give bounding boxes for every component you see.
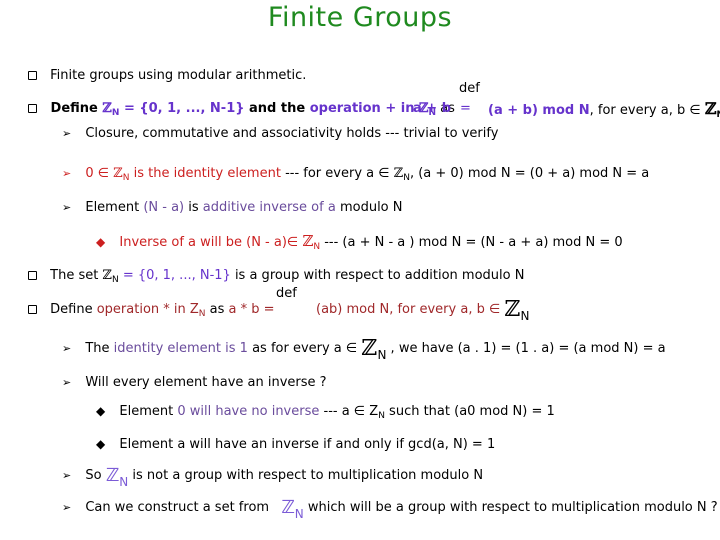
subsubpoint-zero-no-inverse: ◆ Element 0 will have no inverse --- a ∈… xyxy=(96,404,555,421)
the-set-text: The set xyxy=(50,268,103,283)
bullet-define-zn: Define ℤN = {0, 1, ..., N-1} and the ope… xyxy=(28,101,455,121)
subpoint-closure: ➢ Closure, commutative and associativity… xyxy=(62,126,498,142)
subsubpoint-inverse-of-a: ◆ Inverse of a will be (N - a)∈ ℤN --- (… xyxy=(96,233,623,255)
subpoint-identity-one: ➢ The identity element is 1 as for every… xyxy=(62,336,666,363)
inverse-highlight: Inverse of a will be (N - a)∈ ℤN xyxy=(119,232,321,252)
diamond-bullet-icon: ◆ xyxy=(96,235,106,249)
bullet-finite-groups: Finite groups using modular arithmetic. xyxy=(28,68,306,84)
arrow-bullet-icon: ➢ xyxy=(62,376,72,389)
diamond-bullet-icon: ◆ xyxy=(96,404,106,418)
not-group-text: is not a group with respect to multiplic… xyxy=(128,468,484,483)
def-label: def xyxy=(459,81,480,96)
define-text: Define xyxy=(50,302,97,317)
def-label: def xyxy=(276,286,297,301)
define-text: Define xyxy=(50,101,103,116)
subsubpoint-gcd-condition: ◆ Element a will have an inverse if and … xyxy=(96,436,495,453)
identity-one-text: identity element is 1 xyxy=(113,341,248,356)
subpoint-every-inverse: ➢ Will every element have an inverse ? xyxy=(62,375,327,391)
as-for-text: as for every a ∈ xyxy=(247,341,362,356)
expr-a-star-b: a * b = xyxy=(228,302,275,317)
def-equals: = xyxy=(460,101,471,116)
bullet-zn-is-group: The set ℤN = {0, 1, ..., N-1} is a group… xyxy=(28,268,524,288)
inverse-equation: --- (a + N - a ) mod N = (N - a + a) mod… xyxy=(320,235,623,250)
is-text: is xyxy=(184,200,203,215)
element-text: Element xyxy=(119,404,178,419)
such-that-text: such that (a0 mod N) = 1 xyxy=(384,404,555,419)
identity-highlight: 0 ∈ ℤN is the identity element xyxy=(85,166,281,183)
arrow-bullet-icon: ➢ xyxy=(62,167,72,180)
arrow-bullet-icon: ➢ xyxy=(62,469,72,482)
zn-symbol: ℤN = {0, 1, ..., N-1} xyxy=(102,101,245,118)
gcd-text: Element a will have an inverse if and on… xyxy=(119,437,496,452)
expr-ab-mod-n: (ab) mod N, for every a, b ∈ ℤN xyxy=(316,297,530,324)
zn-symbol: ℤ xyxy=(281,497,295,518)
identity-equation: , (a + 0) mod N = (0 + a) mod N = a xyxy=(409,166,650,181)
as-text: as xyxy=(205,302,229,317)
identity-equation: , we have (a . 1) = (1 . a) = (a mod N) … xyxy=(386,341,666,356)
zn-symbol: ℤ xyxy=(105,465,120,486)
modulo-text: modulo N xyxy=(335,200,403,215)
exists-text: --- a ∈ Z xyxy=(319,404,379,419)
n-minus-a: (N - a) xyxy=(143,200,185,215)
zn-symbol: ℤ xyxy=(361,336,378,361)
and-the-text: and the xyxy=(244,101,310,116)
group-statement: is a group with respect to addition modu… xyxy=(230,268,525,283)
subpoint-additive-inverse: ➢ Element (N - a) is additive inverse of… xyxy=(62,200,403,216)
expr-a-plus-b-mod-n: (a + b) mod N, for every a, b ∈ ℤN xyxy=(488,99,720,121)
additive-inverse-text: additive inverse of a xyxy=(202,200,336,215)
square-bullet-icon xyxy=(28,104,37,113)
subpoint-text: Closure, commutative and associativity h… xyxy=(85,126,499,141)
slide-title: Finite Groups xyxy=(267,2,453,33)
arrow-bullet-icon: ➢ xyxy=(62,501,72,514)
square-bullet-icon xyxy=(28,271,37,280)
expr-a-plus-b: a + b xyxy=(413,101,452,116)
arrow-bullet-icon: ➢ xyxy=(62,342,72,355)
construct-lead-text: Can we construct a set from xyxy=(85,500,274,515)
bullet-text: Finite groups using modular arithmetic. xyxy=(50,68,307,83)
no-inverse-text: 0 will have no inverse xyxy=(177,404,320,419)
identity-explanation: --- for every a ∈ xyxy=(280,166,394,181)
subpoint-not-group: ➢ So ℤN is not a group with respect to m… xyxy=(62,465,484,490)
subpoint-construct-set: ➢ Can we construct a set from ℤN which w… xyxy=(62,497,718,522)
subpoint-text: Will every element have an inverse ? xyxy=(85,375,327,390)
diamond-bullet-icon: ◆ xyxy=(96,437,106,451)
square-bullet-icon xyxy=(28,71,37,80)
element-text: Element xyxy=(85,200,144,215)
zn-symbol: ℤ xyxy=(393,166,404,181)
arrow-bullet-icon: ➢ xyxy=(62,201,72,214)
operation-star-text: operation * in ZN xyxy=(96,302,206,319)
square-bullet-icon xyxy=(28,305,37,314)
subpoint-identity-zero: ➢ 0 ∈ ℤN is the identity element --- for… xyxy=(62,166,650,183)
zn-symbol: ℤ xyxy=(102,268,112,283)
set-definition: = {0, 1, ..., N-1} xyxy=(118,268,231,283)
the-text: The xyxy=(85,341,114,356)
arrow-bullet-icon: ➢ xyxy=(62,127,72,140)
bullet-define-multiplication: Define operation * in ZN as a * b = xyxy=(28,302,275,322)
construct-tail-text: which will be a group with respect to mu… xyxy=(303,500,718,515)
so-text: So xyxy=(85,468,106,483)
